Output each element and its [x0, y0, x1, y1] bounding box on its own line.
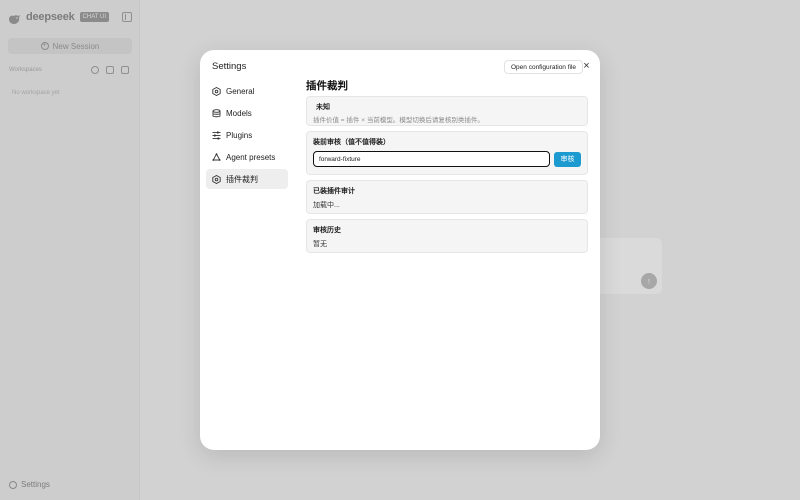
history-status: 暂无 — [313, 241, 327, 248]
workspaces-title: Workspaces — [9, 67, 42, 73]
nav-item-agent-presets[interactable]: Agent presets — [206, 147, 288, 167]
history-title: 审核历史 — [313, 227, 341, 234]
review-row: 审核 — [313, 151, 581, 167]
search-icon[interactable] — [91, 66, 99, 74]
installed-status: 加载中... — [313, 202, 340, 209]
nav-item-models[interactable]: Models — [206, 103, 288, 123]
models-icon — [212, 108, 221, 118]
new-session-label: New Session — [52, 41, 100, 51]
plugin-judge-icon — [212, 174, 221, 184]
sidebar: deepseek CHAT UI + New Session Workspace… — [0, 0, 140, 500]
nav-label: 插件裁判 — [226, 174, 258, 184]
settings-content: 插件裁判 未知 插件价值 = 插件 × 当前模型。模型切换后请复核别类插件。 装… — [306, 78, 588, 258]
dialog-title: Settings — [212, 61, 247, 72]
general-icon — [212, 86, 221, 96]
brand-name: deepseek — [26, 11, 75, 23]
installed-title: 已装插件审计 — [313, 188, 355, 195]
close-icon[interactable]: × — [581, 61, 592, 72]
nav-label: Models — [226, 108, 252, 118]
nav-item-plugin-judge[interactable]: 插件裁判 — [206, 169, 288, 189]
new-session-button[interactable]: + New Session — [8, 38, 132, 54]
nav-item-plugins[interactable]: Plugins — [206, 125, 288, 145]
settings-dialog: Settings Open configuration file × Gener… — [200, 50, 600, 450]
status-description: 插件价值 = 插件 × 当前模型。模型切换后请复核别类插件。 — [313, 117, 484, 124]
sidebar-settings-button[interactable]: Settings — [9, 480, 50, 489]
installed-audit-card: 已装插件审计 加载中... — [306, 180, 588, 214]
section-title: 插件裁判 — [306, 80, 348, 92]
whale-logo-icon — [8, 12, 21, 24]
folder-icon[interactable] — [121, 66, 129, 74]
no-workspace-text: No workspace yet — [12, 90, 60, 96]
brand: deepseek CHAT UI — [8, 11, 109, 24]
open-config-button[interactable]: Open configuration file — [504, 60, 584, 74]
status-title: 未知 — [316, 104, 330, 111]
plugin-name-input[interactable] — [313, 151, 551, 167]
status-card: 未知 插件价值 = 插件 × 当前模型。模型切换后请复核别类插件。 — [306, 96, 588, 126]
plus-icon: + — [40, 42, 49, 50]
collapse-sidebar-icon[interactable] — [122, 12, 132, 22]
review-history-card: 审核历史 暂无 — [306, 219, 588, 253]
pre-install-title: 装前审核（值不值得装） — [313, 139, 390, 146]
gear-icon — [9, 480, 17, 489]
agent-presets-icon — [212, 152, 221, 162]
nav-item-general[interactable]: General — [206, 81, 288, 101]
plugins-icon — [212, 131, 221, 140]
nav-label: General — [226, 86, 255, 96]
pre-install-review-card: 装前审核（值不值得装） 审核 — [306, 131, 588, 175]
nav-label: Agent presets — [226, 152, 276, 162]
workspace-actions — [91, 66, 129, 74]
new-workspace-icon[interactable] — [106, 66, 114, 74]
sidebar-settings-label: Settings — [21, 480, 50, 489]
nav-label: Plugins — [226, 130, 253, 140]
send-arrow-icon: ↑ — [641, 273, 657, 289]
settings-nav: General Models Plugins Agent presets 插件裁… — [206, 81, 288, 191]
brand-badge: CHAT UI — [79, 12, 109, 22]
review-button[interactable]: 审核 — [554, 151, 581, 167]
